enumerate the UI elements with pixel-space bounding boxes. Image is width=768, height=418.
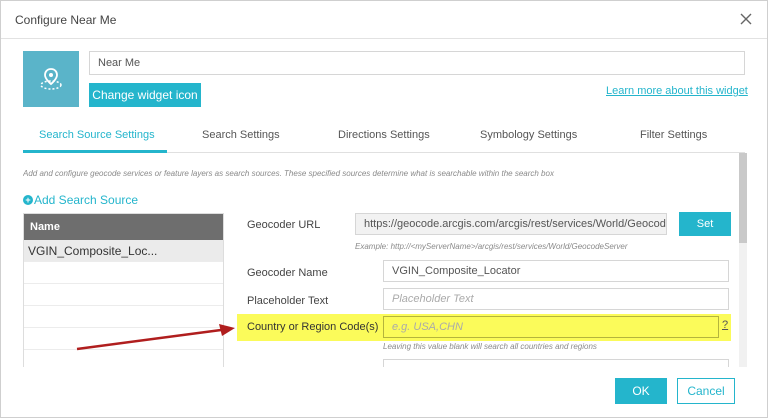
tab-search-settings[interactable]: Search Settings <box>202 129 280 141</box>
tab-directions-settings[interactable]: Directions Settings <box>338 129 430 141</box>
scrollbar-thumb[interactable] <box>739 153 747 243</box>
table-header-name: Name <box>24 214 223 240</box>
help-link[interactable]: ? <box>722 319 728 331</box>
geocoder-url-field[interactable]: https://geocode.arcgis.com/arcgis/rest/s… <box>355 213 667 235</box>
add-search-source-button[interactable]: + Add Search Source <box>23 193 138 207</box>
configure-dialog: Configure Near Me Change widget icon Lea… <box>0 0 768 418</box>
panel-scrollbar[interactable] <box>739 153 747 367</box>
country-code-label: Country or Region Code(s) <box>247 321 379 333</box>
ok-button[interactable]: OK <box>615 378 667 404</box>
change-widget-icon-button[interactable]: Change widget icon <box>89 83 201 107</box>
geocoder-url-label: Geocoder URL <box>247 219 321 231</box>
tab-search-source-settings[interactable]: Search Source Settings <box>39 129 155 141</box>
next-field-partial[interactable] <box>383 359 729 367</box>
set-button[interactable]: Set <box>679 212 731 236</box>
annotation-arrow <box>76 324 235 351</box>
location-pin-icon <box>40 68 62 90</box>
geocoder-name-field[interactable]: VGIN_Composite_Locator <box>383 260 729 282</box>
settings-tabs: Search Source Settings Search Settings D… <box>23 121 745 153</box>
add-search-source-label: Add Search Source <box>34 193 139 207</box>
table-row-empty <box>24 262 223 284</box>
learn-more-link[interactable]: Learn more about this widget <box>606 85 748 97</box>
widget-icon-preview <box>23 51 79 107</box>
dialog-titlebar: Configure Near Me <box>1 1 767 39</box>
placeholder-text-field[interactable]: Placeholder Text <box>383 288 729 310</box>
country-code-field[interactable]: e.g. USA,CHN <box>383 316 719 338</box>
dialog-title: Configure Near Me <box>15 13 117 27</box>
cancel-button[interactable]: Cancel <box>677 378 735 404</box>
plus-icon: + <box>23 195 33 205</box>
country-hint: Leaving this value blank will search all… <box>383 342 597 351</box>
geocoder-name-label: Geocoder Name <box>247 267 328 279</box>
panel-description: Add and configure geocode services or fe… <box>23 169 554 178</box>
close-icon[interactable] <box>739 12 753 26</box>
tab-symbology-settings[interactable]: Symbology Settings <box>480 129 577 141</box>
table-row-empty <box>24 284 223 306</box>
tab-filter-settings[interactable]: Filter Settings <box>640 129 707 141</box>
placeholder-text-label: Placeholder Text <box>247 295 329 307</box>
geocoder-url-example: Example: http://<myServerName>/arcgis/re… <box>355 242 628 251</box>
widget-name-input[interactable] <box>89 51 745 75</box>
table-row[interactable]: VGIN_Composite_Loc... <box>24 240 223 262</box>
